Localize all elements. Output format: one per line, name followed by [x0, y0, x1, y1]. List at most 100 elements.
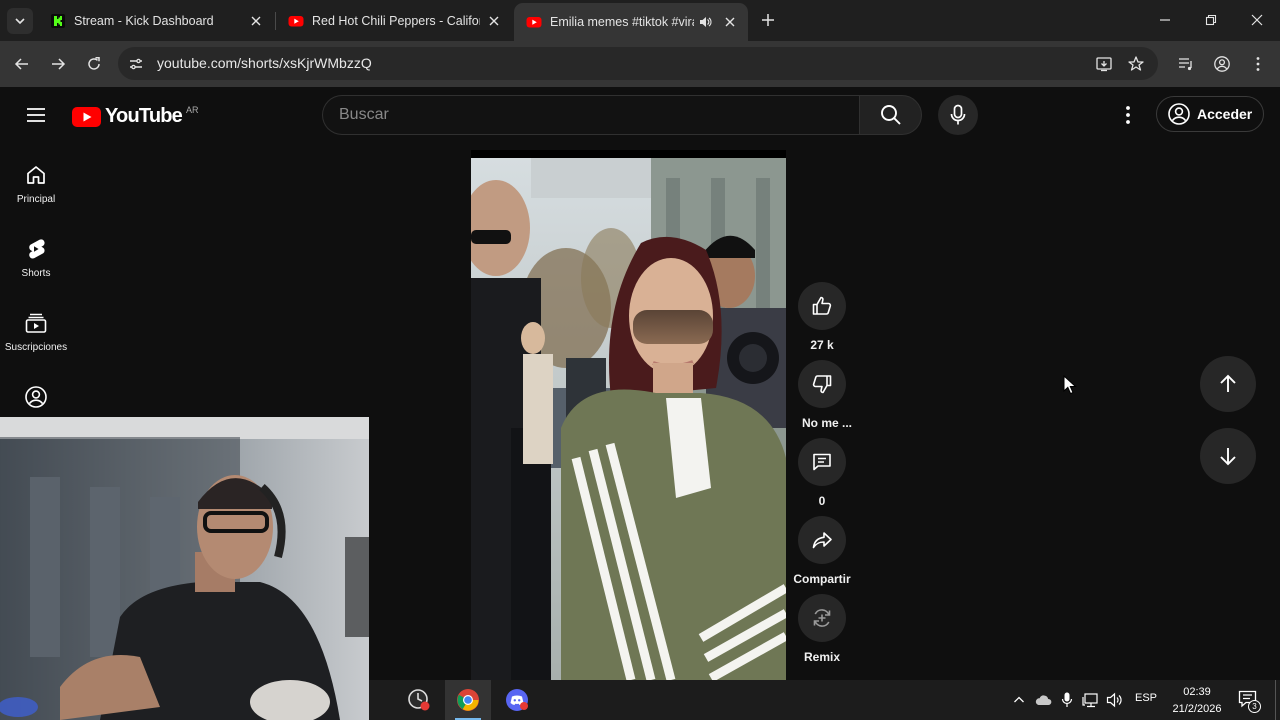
- back-button[interactable]: [8, 50, 36, 78]
- dislike-button[interactable]: [798, 360, 846, 408]
- profile-button[interactable]: [1211, 53, 1233, 75]
- show-desktop-button[interactable]: [1275, 680, 1280, 720]
- tab-kick-dashboard[interactable]: Stream - Kick Dashboard: [38, 0, 274, 41]
- tab-emilia-memes[interactable]: Emilia memes #tiktok #viral: [514, 3, 748, 41]
- arrow-right-icon: [52, 58, 66, 70]
- share-label: Compartir: [793, 572, 851, 586]
- youtube-header: YouTube AR Acceder: [0, 87, 1280, 143]
- taskbar-app-discord[interactable]: [494, 680, 540, 720]
- shorts-video-player[interactable]: [471, 158, 786, 680]
- search-button[interactable]: [859, 95, 922, 135]
- network-icon: [1082, 693, 1098, 708]
- webcam-overlay: [0, 417, 369, 720]
- dislike-action[interactable]: No me ...: [797, 360, 852, 430]
- sidebar-item-label: Principal: [16, 194, 56, 205]
- kick-icon: [51, 13, 65, 28]
- share-action[interactable]: Compartir: [793, 516, 851, 586]
- account-circle-icon: [1168, 103, 1190, 125]
- youtube-icon: [288, 15, 304, 26]
- notification-center-button[interactable]: 3: [1238, 690, 1261, 713]
- media-controls-button[interactable]: [1175, 53, 1197, 75]
- discord-icon: [506, 689, 528, 711]
- input-language[interactable]: ESP: [1135, 692, 1157, 704]
- sidebar-item-shorts[interactable]: Shorts: [0, 217, 72, 291]
- search-box[interactable]: [322, 95, 859, 135]
- onedrive-tray-icon[interactable]: [1033, 690, 1053, 710]
- arrow-left-icon: [14, 58, 28, 70]
- sign-in-button[interactable]: Acceder: [1156, 96, 1264, 132]
- comment-icon: [813, 453, 831, 471]
- chevron-up-icon: [1014, 696, 1024, 703]
- close-icon: [1251, 14, 1263, 26]
- voice-search-button[interactable]: [938, 95, 978, 135]
- minimize-button[interactable]: [1142, 0, 1188, 40]
- clock-date: 21/2/2026: [1172, 703, 1222, 715]
- browser-menu-button[interactable]: [1247, 53, 1269, 75]
- restore-button[interactable]: [1188, 0, 1234, 40]
- like-action[interactable]: 27 k: [797, 282, 847, 352]
- volume-tray-icon[interactable]: [1105, 690, 1125, 710]
- browser-toolbar: youtube.com/shorts/xsKjrWMbzzQ: [0, 41, 1280, 87]
- bookmark-button[interactable]: [1125, 53, 1147, 75]
- youtube-icon: [526, 17, 542, 28]
- remix-action[interactable]: Remix: [797, 594, 847, 664]
- sidebar-item-label: Shorts: [21, 268, 51, 279]
- taskbar-app-chrome[interactable]: [445, 680, 491, 720]
- country-code: AR: [185, 104, 199, 115]
- close-tab-icon[interactable]: [722, 14, 738, 30]
- video-frame: [471, 158, 786, 680]
- hamburger-menu-icon: [27, 108, 45, 122]
- remix-label: Remix: [803, 650, 841, 664]
- like-button[interactable]: [798, 282, 846, 330]
- arrow-up-icon: [1220, 374, 1236, 392]
- search-icon: [880, 105, 901, 125]
- thumbs-down-icon: [812, 375, 832, 394]
- new-tab-button[interactable]: [756, 8, 780, 32]
- install-app-button[interactable]: [1093, 53, 1115, 75]
- webcam-feed: [0, 417, 369, 720]
- microphone-tray-icon[interactable]: [1057, 690, 1077, 710]
- sidebar-item-label: Suscripciones: [4, 342, 68, 353]
- tab-title: Stream - Kick Dashboard: [74, 13, 214, 28]
- next-short-button[interactable]: [1200, 428, 1256, 484]
- remix-button[interactable]: [798, 594, 846, 642]
- media-queue-icon: [1179, 58, 1192, 71]
- guide-menu-button[interactable]: [20, 99, 52, 131]
- show-hidden-icons-button[interactable]: [1009, 690, 1029, 710]
- youtube-logo[interactable]: YouTube AR: [72, 105, 199, 128]
- settings-menu-button[interactable]: [1112, 99, 1144, 131]
- notification-count: 3: [1248, 700, 1261, 713]
- restore-icon: [1205, 14, 1217, 26]
- tab-red-hot-chili-peppers[interactable]: Red Hot Chili Peppers - Californ: [276, 0, 512, 41]
- taskbar-clock[interactable]: 02:39 21/2/2026: [1164, 684, 1230, 718]
- microphone-icon: [1061, 692, 1073, 707]
- comment-count: 0: [818, 494, 826, 508]
- sidebar-item-home[interactable]: Principal: [0, 143, 72, 217]
- reload-button[interactable]: [80, 50, 108, 78]
- youtube-wordmark: YouTube: [105, 105, 183, 127]
- microphone-icon: [950, 104, 966, 125]
- share-button[interactable]: [798, 516, 846, 564]
- youtube-play-logo-icon: [72, 106, 101, 127]
- url-text[interactable]: youtube.com/shorts/xsKjrWMbzzQ: [157, 55, 372, 71]
- tab-title: Red Hot Chili Peppers - Californ: [312, 13, 480, 28]
- network-tray-icon[interactable]: [1081, 690, 1101, 710]
- star-icon: [1128, 56, 1144, 71]
- sidebar-item-subscriptions[interactable]: Suscripciones: [0, 291, 72, 365]
- forward-button[interactable]: [44, 50, 72, 78]
- site-info-button[interactable]: [122, 50, 150, 77]
- dislike-label: No me ...: [802, 416, 853, 430]
- audio-playing-icon[interactable]: [698, 15, 712, 29]
- chrome-icon: [457, 689, 479, 711]
- close-window-button[interactable]: [1234, 0, 1280, 40]
- address-bar[interactable]: youtube.com/shorts/xsKjrWMbzzQ: [118, 47, 1158, 80]
- previous-short-button[interactable]: [1200, 356, 1256, 412]
- close-tab-icon[interactable]: [248, 13, 264, 29]
- close-tab-icon[interactable]: [486, 13, 502, 29]
- comments-action[interactable]: 0: [797, 438, 847, 508]
- tab-search-button[interactable]: [7, 8, 33, 34]
- taskbar-app-clock[interactable]: [396, 680, 442, 720]
- search-input[interactable]: [323, 96, 859, 134]
- comments-button[interactable]: [798, 438, 846, 486]
- recorder-app-icon: [408, 689, 430, 711]
